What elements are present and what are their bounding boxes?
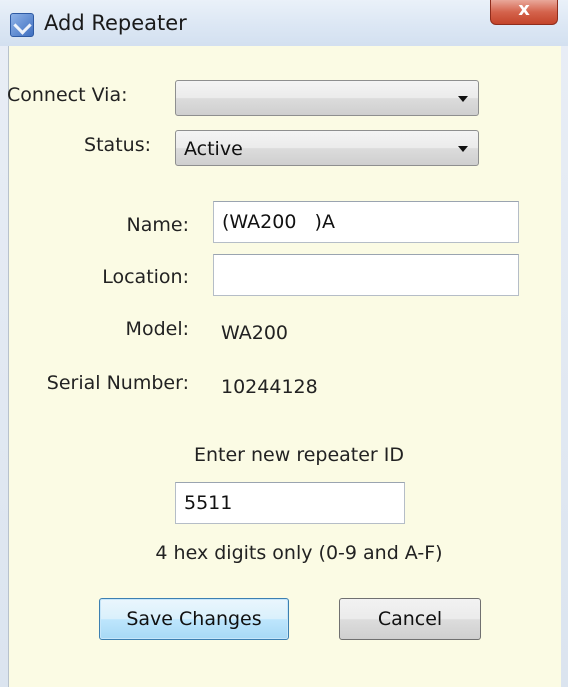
model-value: WA200 bbox=[221, 322, 289, 344]
model-label: Model: bbox=[125, 318, 189, 340]
title-bar[interactable]: Add Repeater x bbox=[0, 0, 568, 46]
close-icon: x bbox=[518, 0, 530, 20]
repeater-id-hint: 4 hex digits only (0-9 and A-F) bbox=[155, 542, 443, 564]
connect-via-dropdown[interactable] bbox=[175, 80, 479, 116]
close-button[interactable]: x bbox=[490, 0, 558, 25]
name-value: (WA200 )A bbox=[222, 211, 335, 233]
chevron-down-icon bbox=[458, 96, 468, 102]
app-window-icon bbox=[10, 13, 34, 37]
location-field[interactable] bbox=[213, 254, 519, 296]
status-label: Status: bbox=[84, 134, 151, 156]
serial-number-label: Serial Number: bbox=[46, 372, 189, 394]
save-changes-button[interactable]: Save Changes bbox=[99, 598, 289, 640]
dialog-content: Connect Via: Status: Active Name: (WA200… bbox=[7, 46, 561, 687]
name-label: Name: bbox=[126, 214, 189, 236]
repeater-id-prompt: Enter new repeater ID bbox=[193, 444, 405, 466]
chevron-down-icon bbox=[458, 146, 468, 152]
add-repeater-dialog: Add Repeater x Connect Via: Status: Acti… bbox=[0, 0, 568, 687]
window-title: Add Repeater bbox=[44, 11, 187, 35]
status-dropdown[interactable]: Active bbox=[175, 130, 479, 166]
repeater-id-field[interactable]: 5511 bbox=[175, 482, 405, 524]
repeater-id-value: 5511 bbox=[184, 492, 233, 514]
serial-number-value: 10244128 bbox=[221, 376, 318, 398]
name-field[interactable]: (WA200 )A bbox=[213, 201, 519, 243]
cancel-button[interactable]: Cancel bbox=[339, 598, 481, 640]
connect-via-label: Connect Via: bbox=[7, 84, 128, 106]
location-label: Location: bbox=[102, 266, 189, 288]
status-value: Active bbox=[184, 138, 243, 160]
